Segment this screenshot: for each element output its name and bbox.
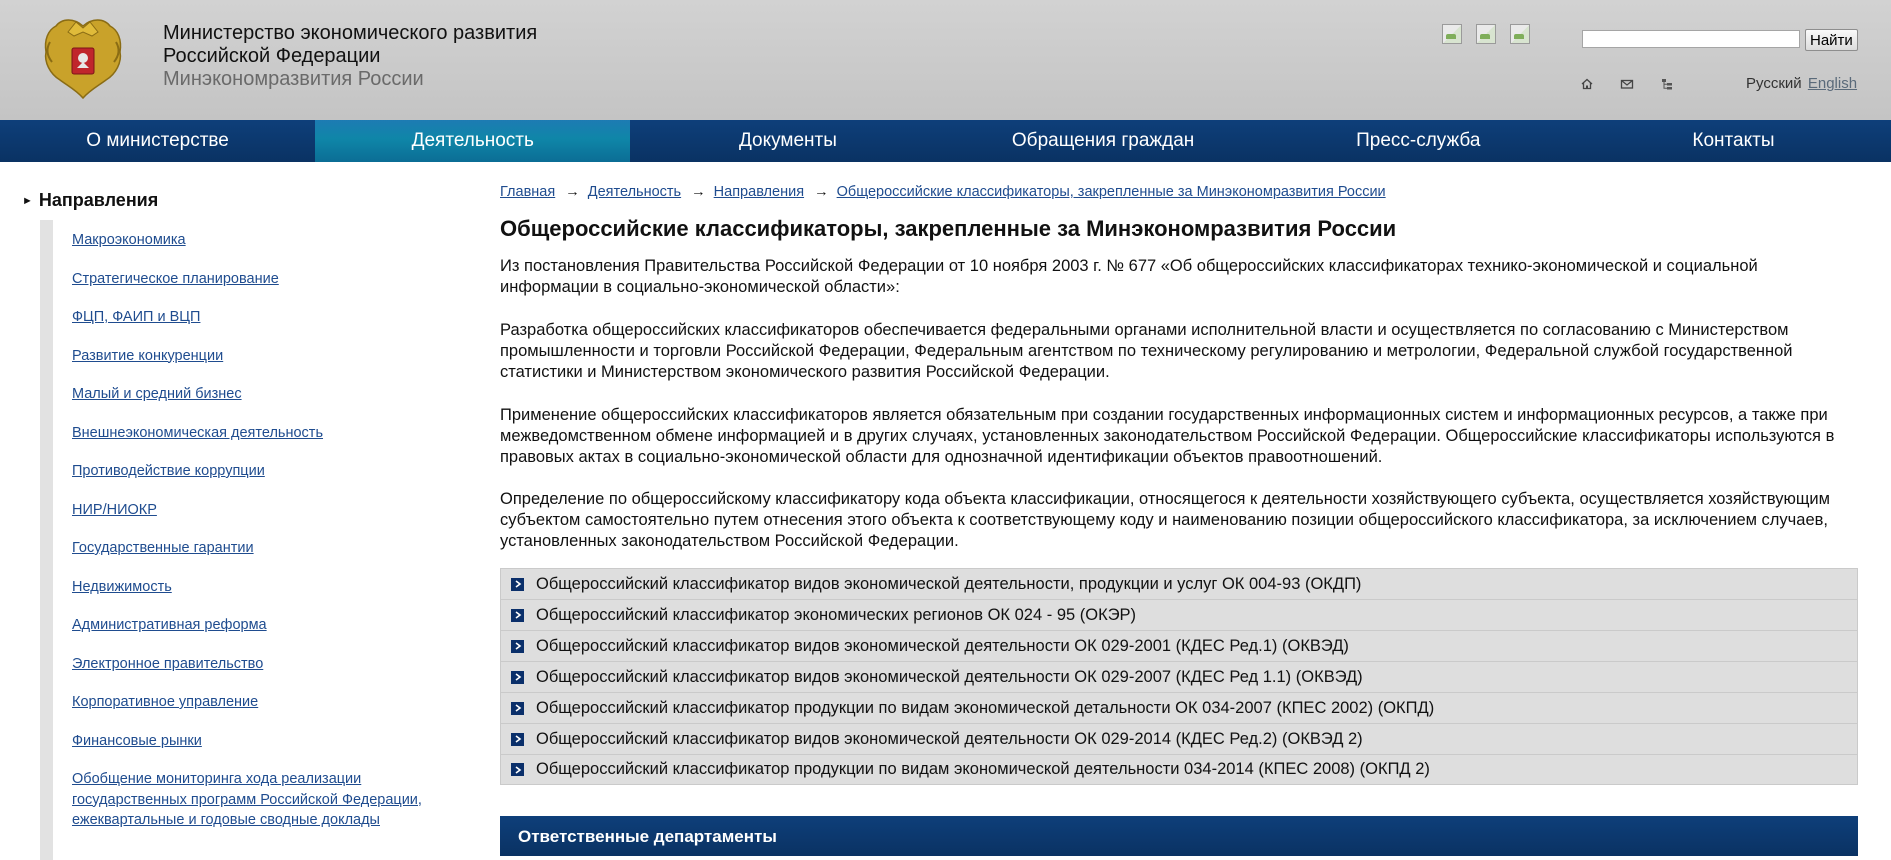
nav-item-about[interactable]: О министерстве	[0, 120, 315, 162]
sidebar-link[interactable]: Внешнеэкономическая деятельность	[72, 425, 323, 441]
lang-ru[interactable]: Русский	[1746, 75, 1802, 92]
org-name-line2: Российской Федерации	[163, 45, 381, 67]
sidebar-link[interactable]: Малый и средний бизнес	[72, 386, 242, 402]
breadcrumb: Главная → Деятельность → Направления → О…	[500, 184, 1386, 200]
page-title: Общероссийские классификаторы, закреплен…	[500, 216, 1397, 241]
sidebar-link[interactable]: Государственные гарантии	[72, 540, 254, 556]
sidebar-link[interactable]: Обобщение мониторинга хода реализации го…	[72, 771, 422, 828]
organization-name[interactable]: Министерство экономического развития Рос…	[163, 22, 537, 91]
body-paragraph: Определение по общероссийскому классифик…	[500, 490, 1830, 550]
expand-arrow-icon	[511, 701, 524, 715]
list-item: НИР/НИОКР	[72, 500, 452, 521]
breadcrumb-directions[interactable]: Направления	[714, 184, 804, 200]
body-paragraph: Разработка общероссийских классификаторо…	[500, 321, 1793, 381]
expand-arrow-icon	[511, 608, 524, 622]
breadcrumb-separator: →	[814, 184, 829, 200]
departments-section-header[interactable]: Ответственные департаменты	[500, 816, 1858, 856]
list-item: Электронное правительство	[72, 654, 452, 675]
nav-item-press[interactable]: Пресс-служба	[1261, 120, 1576, 162]
broken-image-icon[interactable]	[1476, 24, 1496, 44]
coat-of-arms-logo[interactable]	[38, 12, 128, 104]
list-item: Стратегическое планирование	[72, 269, 452, 290]
list-item: Развитие конкуренции	[72, 346, 452, 367]
expand-arrow-icon	[511, 577, 524, 591]
expand-arrow-icon	[511, 763, 524, 776]
org-short-name: Минэкономразвития России	[163, 68, 424, 90]
body-paragraph: Применение общероссийских классификаторо…	[500, 406, 1835, 466]
classifier-item[interactable]: Общероссийский классификатор продукции п…	[500, 754, 1858, 785]
sidebar-link[interactable]: Корпоративное управление	[72, 694, 258, 710]
utility-icons	[1580, 77, 1674, 91]
nav-item-activity[interactable]: Деятельность	[315, 120, 631, 162]
classifier-title: Общероссийский классификатор видов эконо…	[536, 574, 1362, 593]
breadcrumb-current[interactable]: Общероссийские классификаторы, закреплен…	[837, 184, 1386, 200]
sidebar-link[interactable]: Стратегическое планирование	[72, 271, 279, 287]
breadcrumb-activity[interactable]: Деятельность	[588, 184, 681, 200]
sidebar-link[interactable]: Административная реформа	[72, 617, 267, 633]
classifier-title: Общероссийский классификатор видов эконо…	[536, 667, 1363, 686]
classifier-item[interactable]: Общероссийский классификатор видов эконо…	[500, 661, 1858, 692]
list-item: Административная реформа	[72, 615, 452, 636]
list-item: Государственные гарантии	[72, 538, 452, 559]
sidebar-rail	[40, 220, 53, 860]
list-item: Недвижимость	[72, 577, 452, 598]
list-item: Финансовые рынки	[72, 731, 452, 752]
classifier-item[interactable]: Общероссийский классификатор экономическ…	[500, 599, 1858, 630]
breadcrumb-home[interactable]: Главная	[500, 184, 555, 200]
sidebar-link[interactable]: Макроэкономика	[72, 232, 186, 248]
nav-item-contacts[interactable]: Контакты	[1576, 120, 1891, 162]
classifier-title: Общероссийский классификатор видов эконо…	[536, 636, 1349, 655]
org-name-line1: Министерство экономического развития	[163, 22, 538, 44]
list-item: ФЦП, ФАИП и ВЦП	[72, 307, 452, 328]
sidebar-heading[interactable]: ► Направления	[22, 190, 158, 211]
classifier-item[interactable]: Общероссийский классификатор видов эконо…	[500, 630, 1858, 661]
sidebar-list: Макроэкономика Стратегическое планирован…	[72, 230, 452, 849]
breadcrumb-separator: →	[565, 184, 580, 200]
expand-arrow-icon	[511, 732, 524, 746]
sidebar-link[interactable]: НИР/НИОКР	[72, 502, 157, 518]
sidebar-link[interactable]: Развитие конкуренции	[72, 348, 223, 364]
list-item: Макроэкономика	[72, 230, 452, 251]
sidebar-link[interactable]: Противодействие коррупции	[72, 463, 265, 479]
broken-image-icon[interactable]	[1442, 24, 1462, 44]
list-item: Внешнеэкономическая деятельность	[72, 423, 452, 444]
nav-item-appeals[interactable]: Обращения граждан	[946, 120, 1261, 162]
lang-en-link[interactable]: English	[1808, 75, 1857, 92]
main-nav: О министерстве Деятельность Документы Об…	[0, 120, 1891, 162]
intro-paragraph: Из постановления Правительства Российско…	[500, 257, 1758, 296]
list-item: Противодействие коррупции	[72, 461, 452, 482]
sidebar-heading-label: Направления	[38, 190, 159, 210]
breadcrumb-separator: →	[691, 184, 706, 200]
classifier-list: Общероссийский классификатор видов эконо…	[500, 568, 1858, 785]
search-input[interactable]	[1582, 30, 1800, 48]
home-icon[interactable]	[1580, 77, 1594, 91]
sidebar-link[interactable]: Финансовые рынки	[72, 733, 202, 749]
nav-item-documents[interactable]: Документы	[630, 120, 945, 162]
sidebar-link[interactable]: Электронное правительство	[72, 656, 263, 672]
expand-arrow-icon	[511, 670, 524, 684]
list-item: Корпоративное управление	[72, 692, 452, 713]
classifier-item[interactable]: Общероссийский классификатор продукции п…	[500, 692, 1858, 723]
classifier-title: Общероссийский классификатор продукции п…	[536, 698, 1435, 717]
header-image-links	[1442, 24, 1530, 44]
classifier-item[interactable]: Общероссийский классификатор видов эконо…	[500, 723, 1858, 754]
sitemap-icon[interactable]	[1660, 77, 1674, 91]
list-item: Обобщение мониторинга хода реализации го…	[72, 769, 452, 831]
classifier-item[interactable]: Общероссийский классификатор видов эконо…	[500, 568, 1858, 599]
sidebar-link[interactable]: Недвижимость	[72, 579, 172, 595]
classifier-title: Общероссийский классификатор видов эконо…	[536, 729, 1363, 748]
list-item: Малый и средний бизнес	[72, 384, 452, 405]
language-switcher: Русский English	[1746, 75, 1857, 92]
sidebar-link[interactable]: ФЦП, ФАИП и ВЦП	[72, 309, 200, 325]
search-button[interactable]: Найти	[1805, 29, 1858, 51]
classifier-title: Общероссийский классификатор продукции п…	[536, 760, 1430, 778]
mail-icon[interactable]	[1620, 77, 1634, 91]
triangle-right-icon: ►	[22, 195, 33, 207]
classifier-title: Общероссийский классификатор экономическ…	[536, 605, 1137, 624]
broken-image-icon[interactable]	[1510, 24, 1530, 44]
expand-arrow-icon	[511, 639, 524, 653]
sidebar: ► Направления Макроэкономика Стратегическ…	[0, 162, 470, 860]
site-header: Министерство экономического развития Рос…	[0, 0, 1891, 120]
departments-heading: Ответственные департаменты	[518, 827, 777, 846]
